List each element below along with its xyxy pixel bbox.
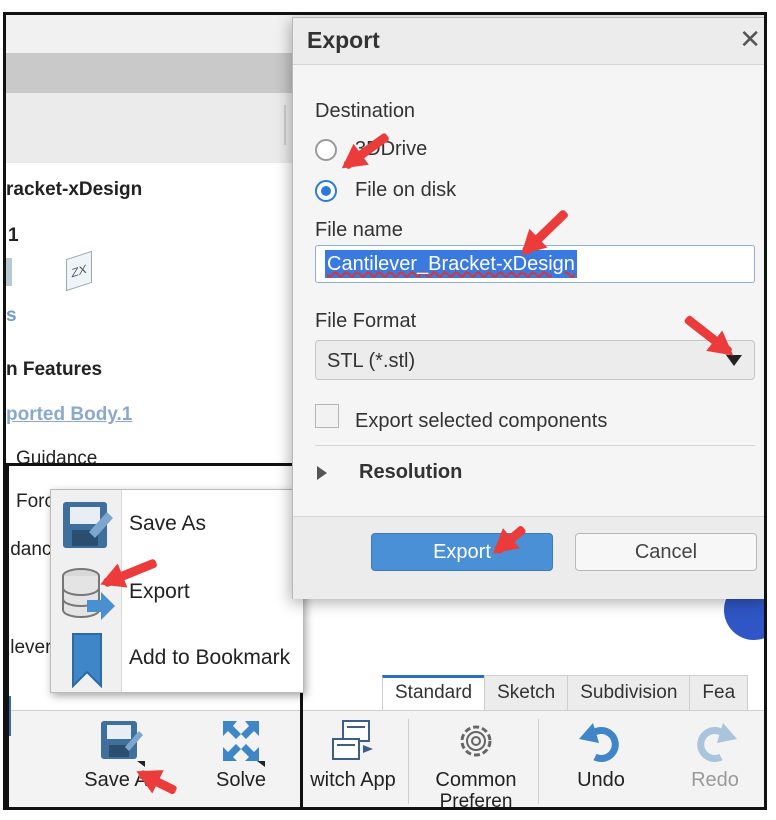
export-dialog-titlebar: Export ✕ [293,18,764,65]
tab-standard[interactable]: Standard [382,675,486,711]
dialog-footer: Export Cancel [293,516,764,599]
redo-icon [697,723,737,762]
tree-level-label: 1 [8,225,19,246]
gear-icon [460,725,492,757]
ribbon-separator [538,719,539,804]
tab-subdivision[interactable]: Subdivision [567,675,691,711]
switch-app-icon [332,720,373,760]
common-preferences-button[interactable]: Common Preferen [416,711,536,810]
switch-app-button[interactable]: witch App [298,711,408,807]
3d-viewport[interactable] [332,590,764,680]
menu-item-add-to-bookmark[interactable]: Add to Bookmark [51,626,303,692]
save-as-context-menu: Save As Export Add to Bookmark [50,489,304,693]
common-preferences-label-line2: Preferen [439,791,513,810]
tree-link-item[interactable]: s [6,305,17,327]
export-button[interactable]: Export [371,533,553,571]
dialog-divider [315,445,755,446]
tree-document-name[interactable]: racket-xDesign [6,179,142,201]
undo-icon [579,723,619,762]
menu-item-export-label: Export [129,580,190,603]
radio-file-on-disk-label[interactable]: File on disk [355,179,456,202]
dialog-title: Export [307,27,380,53]
panel-header-separator [284,105,286,145]
tree-imported-body[interactable]: ported Body.1 [6,404,132,426]
tree-features-heading: n Features [6,359,103,380]
zx-plane-icon[interactable]: ZX [66,250,92,292]
ribbon-separator [408,719,409,804]
undo-button[interactable]: Undo [546,711,656,807]
destination-label: Destination [315,100,416,122]
menu-item-add-to-bookmark-label: Add to Bookmark [129,646,291,669]
menu-item-save-as-label: Save As [129,512,207,535]
close-icon[interactable]: ✕ [739,24,761,55]
switch-app-label: witch App [310,769,396,791]
expand-triangle-icon[interactable] [317,466,327,480]
export-selected-label[interactable]: Export selected components [355,410,607,433]
file-format-value: STL (*.stl) [327,350,416,372]
bookmark-icon [72,633,102,688]
file-format-label: File Format [315,310,417,332]
file-name-label: File name [315,219,403,241]
tab-sketch[interactable]: Sketch [484,675,569,711]
tab-features[interactable]: Fea [689,675,749,711]
export-dialog: Export ✕ Destination 3DDrive File on dis… [292,17,764,599]
panel-header [6,93,306,164]
radio-file-on-disk[interactable] [315,180,337,202]
undo-label: Undo [577,769,625,791]
screenshot-frame: racket-xDesign 1 ZX s n Features ported … [3,12,767,810]
cancel-button[interactable]: Cancel [575,533,757,571]
file-format-select[interactable]: STL (*.stl) [315,340,755,380]
menu-item-save-as[interactable]: Save As [51,492,303,558]
export-selected-checkbox[interactable] [315,404,339,428]
common-preferences-label: Common [435,769,517,791]
resolution-section-label[interactable]: Resolution [359,461,462,484]
plane-icon-partial[interactable] [6,258,12,286]
save-as-icon [63,502,113,548]
redo-label: Redo [691,769,739,791]
redo-button[interactable]: Redo [660,711,764,807]
ribbon-tabs: Standard Sketch Subdivision Fea [382,675,749,711]
menu-item-export[interactable]: Export [51,560,303,626]
